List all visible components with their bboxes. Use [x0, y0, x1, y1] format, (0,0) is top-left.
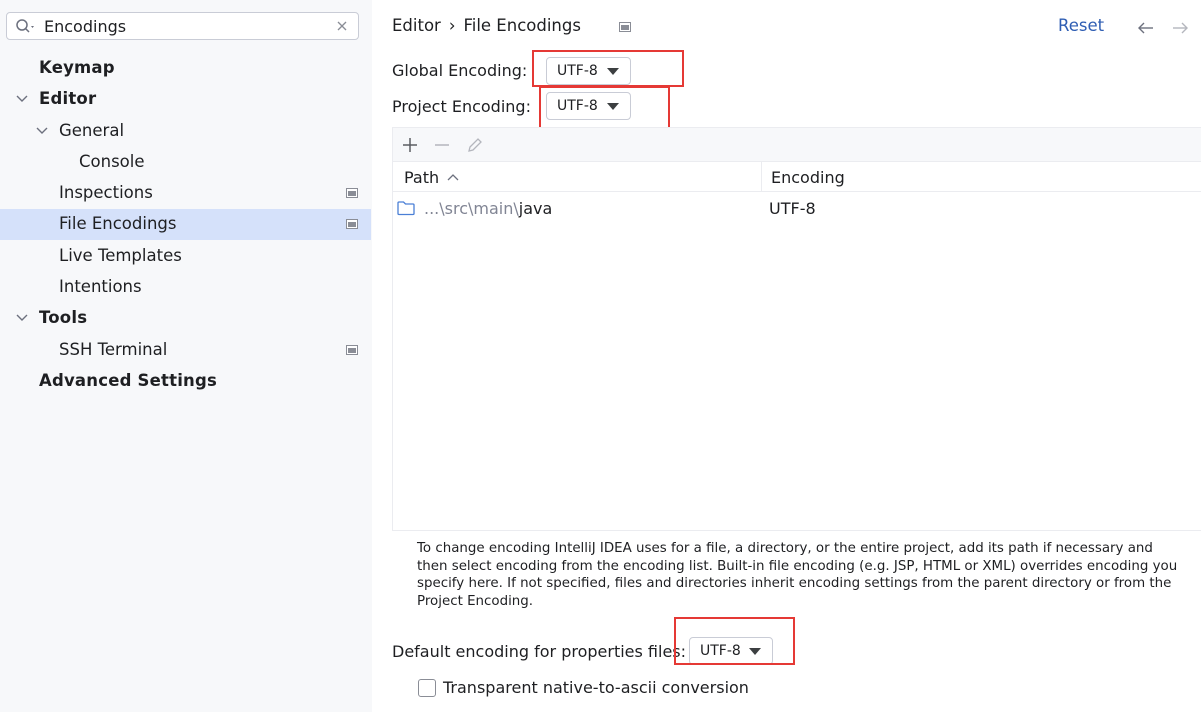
tree-item-label: Keymap — [39, 58, 115, 77]
project-settings-icon — [619, 22, 631, 32]
encoding-help-text: To change encoding IntelliJ IDEA uses fo… — [417, 541, 1178, 609]
column-divider[interactable] — [761, 162, 762, 192]
tree-item-file-encodings[interactable]: File Encodings — [0, 209, 371, 240]
tree-item-label: File Encodings — [59, 214, 177, 233]
tree-item-label: General — [59, 121, 125, 140]
back-arrow-icon[interactable] — [1137, 19, 1155, 37]
project-encoding-label: Project Encoding: — [392, 97, 531, 116]
reset-link[interactable]: Reset — [1058, 16, 1104, 35]
tree-item-label: Inspections — [59, 183, 153, 202]
breadcrumb: Editor › File Encodings — [392, 16, 581, 35]
tree-item-label: Advanced Settings — [39, 371, 218, 390]
tree-item-console[interactable]: Console — [0, 147, 371, 178]
tree-item-tools[interactable]: Tools — [0, 303, 371, 334]
tree-item-keymap[interactable]: Keymap — [0, 53, 371, 84]
search-input[interactable]: Encodings — [44, 17, 126, 36]
tree-item-live-templates[interactable]: Live Templates — [0, 241, 371, 272]
project-settings-icon — [346, 345, 358, 355]
tree-item-editor[interactable]: Editor — [0, 84, 371, 115]
tree-item-label: Tools — [39, 308, 88, 327]
add-icon[interactable] — [400, 135, 420, 155]
global-encoding-label: Global Encoding: — [392, 61, 528, 80]
tree-item-label: Console — [79, 152, 145, 171]
breadcrumb-parent[interactable]: Editor — [392, 16, 441, 35]
highlight-box — [674, 617, 795, 665]
folder-icon — [397, 201, 415, 216]
tree-item-intentions[interactable]: Intentions — [0, 272, 371, 303]
breadcrumb-separator: › — [448, 16, 456, 35]
table-toolbar — [393, 128, 1201, 161]
clear-search-icon[interactable] — [334, 18, 350, 34]
properties-encoding-label: Default encoding for properties files: — [392, 642, 687, 661]
path-encoding-table: Path Encoding ...\src\main\java UTF-8 — [392, 127, 1201, 531]
tree-item-inspections[interactable]: Inspections — [0, 178, 371, 209]
chevron-down-icon[interactable] — [15, 92, 29, 106]
native-to-ascii-checkbox[interactable] — [418, 679, 436, 697]
settings-sidebar: Encodings Keymap Editor General Console … — [0, 0, 372, 712]
chevron-down-icon[interactable] — [35, 124, 49, 138]
tree-item-general[interactable]: General — [0, 116, 371, 147]
encoding-cell[interactable]: UTF-8 — [769, 199, 816, 218]
table-row[interactable]: ...\src\main\java UTF-8 — [393, 193, 1201, 224]
chevron-down-icon[interactable] — [15, 311, 29, 325]
breadcrumb-current: File Encodings — [463, 16, 581, 35]
tree-item-label: SSH Terminal — [59, 340, 168, 359]
tree-item-label: Intentions — [59, 277, 142, 296]
tree-item-label: Live Templates — [59, 246, 182, 265]
path-name: java — [518, 199, 553, 218]
tree-item-advanced-settings[interactable]: Advanced Settings — [0, 366, 371, 397]
path-prefix: ...\src\main\ — [424, 199, 519, 218]
project-settings-icon — [346, 219, 358, 229]
path-cell[interactable]: ...\src\main\java — [424, 199, 552, 218]
table-header: Path Encoding — [393, 161, 1201, 192]
tree-item-label: Editor — [39, 89, 97, 108]
forward-arrow-icon[interactable] — [1171, 19, 1189, 37]
column-header-path[interactable]: Path — [404, 168, 439, 187]
highlight-box — [539, 86, 670, 132]
remove-icon[interactable] — [432, 135, 452, 155]
highlight-box — [532, 50, 684, 87]
sort-ascending-icon[interactable] — [447, 172, 459, 182]
column-header-encoding[interactable]: Encoding — [771, 168, 845, 187]
project-settings-icon — [346, 188, 358, 198]
edit-icon[interactable] — [465, 135, 485, 155]
search-icon[interactable] — [15, 18, 37, 36]
search-field[interactable]: Encodings — [6, 12, 359, 40]
tree-item-ssh-terminal[interactable]: SSH Terminal — [0, 335, 371, 366]
native-to-ascii-label[interactable]: Transparent native-to-ascii conversion — [443, 678, 749, 697]
